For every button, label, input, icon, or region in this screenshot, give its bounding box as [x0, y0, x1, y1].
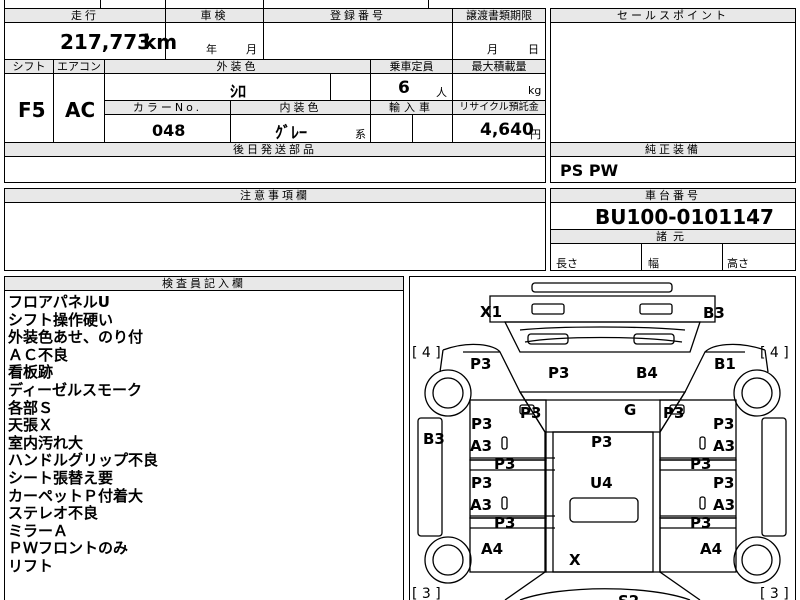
tire-rear-right: [ 3 ] — [760, 586, 789, 600]
note-line: シート張替え要 — [8, 468, 114, 487]
recycle-header: リサイクル預託金 — [453, 101, 545, 114]
mark-front-right-corner: B3 — [703, 304, 725, 322]
mark-left-rear-quarter: A4 — [481, 540, 503, 558]
exterior-color-header: 外装色 — [105, 60, 370, 73]
inspector-notes-list: フロアパネルU シフト操作硬い 外装色あせ、のり付 ＡＣ不良 看板跡 ディーゼル… — [8, 293, 159, 576]
chassis-header: 車台番号 — [551, 189, 795, 202]
mark-cowl-right: P3 — [663, 404, 684, 422]
note-line: ＡＣ不良 — [8, 345, 69, 364]
shift-header: シフト — [5, 60, 53, 73]
chassis-number-value: BU100-0101147 — [595, 205, 774, 229]
inspection-year: 年 — [206, 43, 217, 56]
note-line: ミラーＡ — [8, 521, 69, 540]
genuine-equipment-header: 純正装備 — [551, 143, 795, 156]
capacity-value: 6 — [398, 78, 410, 98]
max-load-header: 最大積載量 — [453, 60, 545, 73]
note-line: リフト — [8, 556, 54, 575]
vehicle-diagram: [ 4 ] [ 4 ] [ 3 ] [ 3 ] X1 B3 P3 P3 B4 B… — [412, 282, 789, 600]
mark-left-rear-door-2: A3 — [470, 496, 492, 514]
mark-cowl-left: P3 — [520, 404, 541, 422]
exterior-color-value: ｼﾛ — [230, 82, 247, 101]
mark-right-front-door: P3 — [713, 415, 734, 433]
later-parts-header: 後日発送部品 — [5, 143, 545, 156]
note-line: フロアパネルU — [8, 293, 110, 311]
mark-left-sill-1: P3 — [494, 455, 515, 473]
mark-hood-left: P3 — [548, 364, 569, 382]
capacity-header: 乗車定員 — [371, 60, 452, 73]
registration-header: 登録番号 — [264, 9, 452, 22]
mark-right-sill-2: P3 — [690, 514, 711, 532]
note-line: カーペットＰ付着大 — [8, 486, 144, 505]
dimensions-header: 諸元 — [551, 230, 795, 243]
aircon-value: AC — [65, 98, 96, 122]
note-line: ＰＷフロントのみ — [8, 539, 129, 558]
note-line: 外装色あせ、のり付 — [8, 328, 144, 347]
recycle-fee-value: 4,640 — [480, 120, 534, 140]
interior-color-suffix: 系 — [355, 128, 366, 141]
width-label: 幅 — [648, 257, 659, 270]
note-line: ハンドルグリップ不良 — [8, 451, 159, 470]
import-header: 輸入車 — [371, 101, 452, 114]
mark-right-rear-quarter: A4 — [700, 540, 722, 558]
note-line: ステレオ不良 — [8, 504, 99, 523]
transfer-month: 月 — [487, 43, 498, 56]
genuine-equipment-value: PS PW — [560, 161, 619, 180]
recycle-unit: 円 — [530, 128, 541, 141]
interior-color-value: ｸﾞﾚｰ — [275, 123, 308, 142]
color-no-value: 048 — [152, 121, 186, 140]
tire-rear-left: [ 3 ] — [412, 586, 441, 600]
mileage-value: 217,773 — [60, 30, 152, 54]
tire-front-right: [ 4 ] — [760, 345, 789, 361]
tire-front-left: [ 4 ] — [412, 345, 441, 361]
mark-right-front-door-2: A3 — [713, 437, 735, 455]
note-line: 天張Ｘ — [8, 416, 54, 435]
sales-point-header: セールスポイント — [551, 9, 795, 22]
mark-left-front-door: P3 — [471, 415, 492, 433]
mark-right-sill-1: P3 — [690, 455, 711, 473]
mileage-header: 走行 — [5, 9, 165, 22]
mark-front-left-corner: X1 — [480, 303, 502, 321]
mark-left-rear-door: P3 — [471, 474, 492, 492]
inspection-header: 車検 — [166, 9, 263, 22]
shift-value: F5 — [18, 98, 46, 122]
mark-left-front-door-2: A3 — [470, 437, 492, 455]
color-no-header: カラーNo. — [105, 101, 230, 114]
mark-front-right-fender: B1 — [714, 355, 736, 373]
capacity-unit: 人 — [436, 86, 447, 99]
aircon-header: エアコン — [54, 60, 104, 73]
mark-front-left-fender: P3 — [470, 355, 491, 373]
inspection-month: 月 — [246, 43, 257, 56]
mark-right-rear-door: P3 — [713, 474, 734, 492]
mileage-unit: km — [143, 30, 178, 54]
interior-color-header: 内装色 — [231, 101, 370, 114]
note-line: 各部Ｓ — [8, 398, 54, 417]
transfer-deadline-header: 譲渡書類期限 — [453, 9, 545, 22]
caution-header: 注意事項欄 — [5, 189, 545, 202]
mark-roof-center: U4 — [590, 474, 613, 492]
mark-roof-front: P3 — [591, 433, 612, 451]
mark-right-rear-door-2: A3 — [713, 496, 735, 514]
length-label: 長さ — [556, 257, 578, 270]
load-unit: kg — [528, 84, 542, 97]
mark-windshield: G — [624, 401, 636, 419]
transfer-day: 日 — [528, 43, 539, 56]
note-line: シフト操作硬い — [8, 310, 114, 329]
mark-rear-floor: X — [569, 551, 581, 569]
mark-hood-right: B4 — [636, 364, 658, 382]
mark-left-side: B3 — [423, 430, 445, 448]
note-line: 看板跡 — [8, 363, 54, 382]
mark-rear-bottom: S2 — [618, 592, 639, 600]
note-line: ディーゼルスモーク — [8, 380, 142, 399]
height-label: 高さ — [727, 257, 749, 270]
inspector-notes-header: 検査員記入欄 — [5, 277, 403, 290]
note-line: 室内汚れ大 — [8, 433, 84, 452]
mark-left-sill-2: P3 — [494, 514, 515, 532]
